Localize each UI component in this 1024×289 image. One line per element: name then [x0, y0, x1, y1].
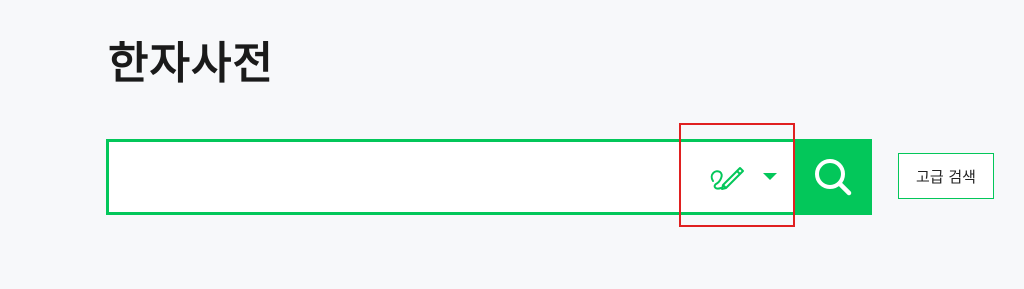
caret-down-icon[interactable] — [763, 172, 777, 180]
search-icon — [815, 159, 852, 196]
search-bar — [106, 123, 872, 227]
handwriting-pen-icon — [710, 167, 744, 190]
page-title: 한자사전 — [108, 38, 274, 89]
search-button[interactable] — [794, 139, 872, 215]
advanced-search-button[interactable]: 고급 검색 — [898, 153, 994, 199]
handwriting-input-toggle[interactable] — [679, 123, 795, 227]
search-box — [106, 123, 795, 227]
hanja-dictionary-page: 한자사전 고급 검색 — [0, 0, 1024, 289]
